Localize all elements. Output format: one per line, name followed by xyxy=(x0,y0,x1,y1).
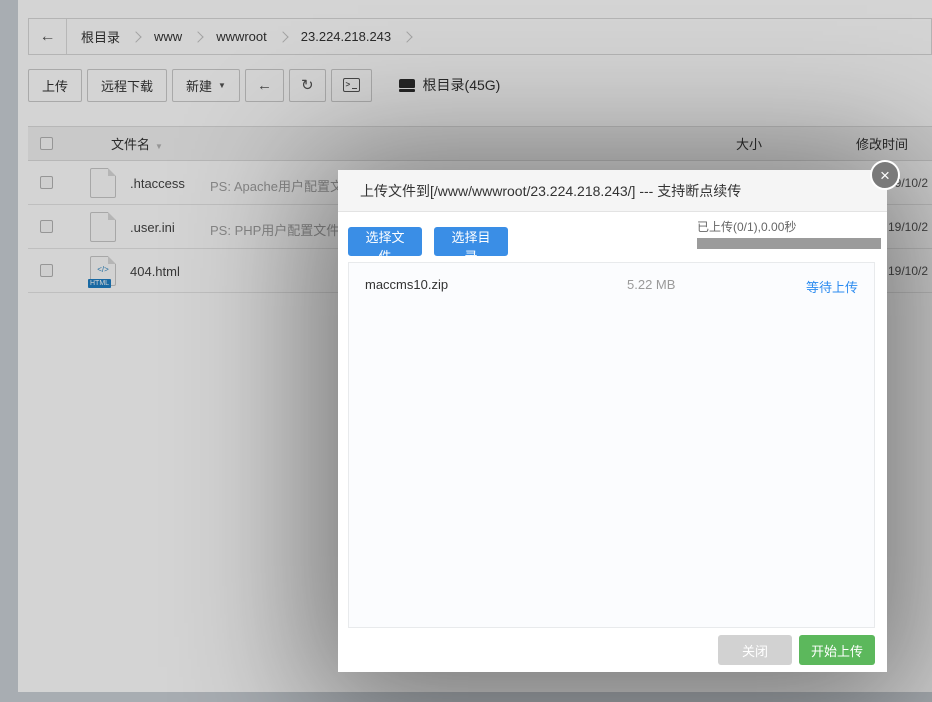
dialog-title: 上传文件到[/www/wwwroot/23.224.218.243/] --- … xyxy=(338,170,887,212)
upload-file-name: maccms10.zip xyxy=(365,277,448,292)
dialog-footer: 关闭 开始上传 xyxy=(338,628,887,672)
upload-progress-bar xyxy=(697,238,881,249)
upload-file-status[interactable]: 等待上传 xyxy=(806,277,858,296)
upload-file-list: maccms10.zip 5.22 MB 等待上传 xyxy=(348,262,875,628)
choose-directory-button[interactable]: 选择目录 xyxy=(434,227,508,256)
screen: ← 根目录 www wwwroot 23.224.218.243 上传 远程下载… xyxy=(0,0,932,702)
upload-file-size: 5.22 MB xyxy=(627,277,675,292)
upload-progress-text: 已上传(0/1),0.00秒 xyxy=(697,218,796,235)
upload-dialog: 上传文件到[/www/wwwroot/23.224.218.243/] --- … xyxy=(338,170,887,672)
close-icon[interactable]: × xyxy=(870,160,900,190)
upload-list-item: maccms10.zip 5.22 MB 等待上传 xyxy=(349,263,874,307)
close-dialog-button[interactable]: 关闭 xyxy=(718,635,792,665)
start-upload-button[interactable]: 开始上传 xyxy=(799,635,875,665)
choose-file-button[interactable]: 选择文件 xyxy=(348,227,422,256)
close-x-glyph: × xyxy=(880,167,890,184)
